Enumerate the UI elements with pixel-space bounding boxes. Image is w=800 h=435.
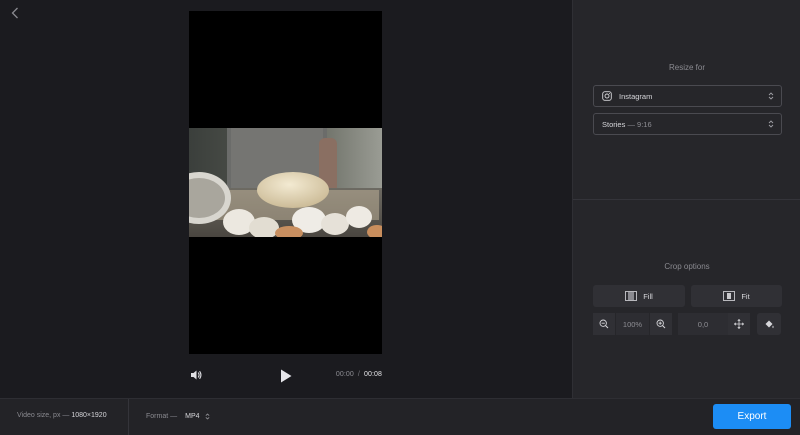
platform-select[interactable]: Instagram [593,85,782,107]
crop-title: Crop options [664,262,710,271]
play-button[interactable] [279,368,293,384]
instagram-icon [602,91,612,101]
zoom-out-icon [599,319,609,329]
settings-sidebar: Resize for Instagram Stories — 9:16 Crop… [572,0,800,398]
play-icon [281,369,292,383]
zoom-in-icon [656,319,666,329]
resize-section: Resize for Instagram Stories — 9:16 [573,0,800,200]
video-size-label: Video size, px — [17,412,70,419]
back-button[interactable] [7,5,23,21]
video-frame [189,128,382,237]
bottom-divider [128,399,129,435]
zoom-value[interactable]: 100% [616,313,649,335]
back-arrow-icon [11,7,18,19]
bottom-bar: Video size, px — 1080×1920 Format — MP4 … [0,398,800,435]
crop-section: Crop options Fill Fit 100% 0,0 [573,200,800,398]
volume-button[interactable] [189,368,203,382]
format-label: Format — [146,413,178,420]
fit-label: Fit [741,291,750,301]
duration: 00:08 [363,371,382,378]
preset-label: Stories [602,119,626,129]
position-field[interactable]: 0,0 [678,313,728,335]
format-picker: Format — MP4 [146,412,210,421]
volume-icon [191,370,202,380]
editor-area: 00:00/00:08 [0,0,572,398]
current-time: 00:00 [335,371,354,378]
paint-bucket-icon [765,320,774,328]
video-size: Video size, px — 1080×1920 [17,412,107,419]
fill-button[interactable]: Fill [593,285,685,307]
move-button[interactable] [728,313,750,335]
time-separator: / [357,371,360,378]
video-thumbnail [189,128,382,237]
app-window: 00:00/00:08 Resize for Instagram Stories… [0,0,800,435]
video-size-value: 1080×1920 [71,412,107,419]
fit-button[interactable]: Fit [691,285,782,307]
format-value[interactable]: MP4 [185,413,199,420]
zoom-out-button[interactable] [593,313,615,335]
preset-ratio: — 9:16 [627,119,652,129]
preset-select[interactable]: Stories — 9:16 [593,113,782,135]
resize-title: Resize for [668,63,705,72]
player-controls: 00:00/00:08 [189,366,382,386]
time-display: 00:00/00:08 [336,371,382,378]
fit-icon [723,291,736,301]
chevron-updown-icon [768,92,774,100]
export-button[interactable]: Export [713,404,791,429]
video-preview[interactable] [189,11,382,354]
platform-label: Instagram [619,91,653,101]
background-color-button[interactable] [757,313,781,335]
chevron-updown-icon [768,120,774,128]
move-icon [734,319,744,329]
fill-label: Fill [643,291,653,301]
chevron-updown-icon[interactable] [205,412,210,421]
zoom-in-button[interactable] [650,313,672,335]
fill-icon [625,291,638,301]
